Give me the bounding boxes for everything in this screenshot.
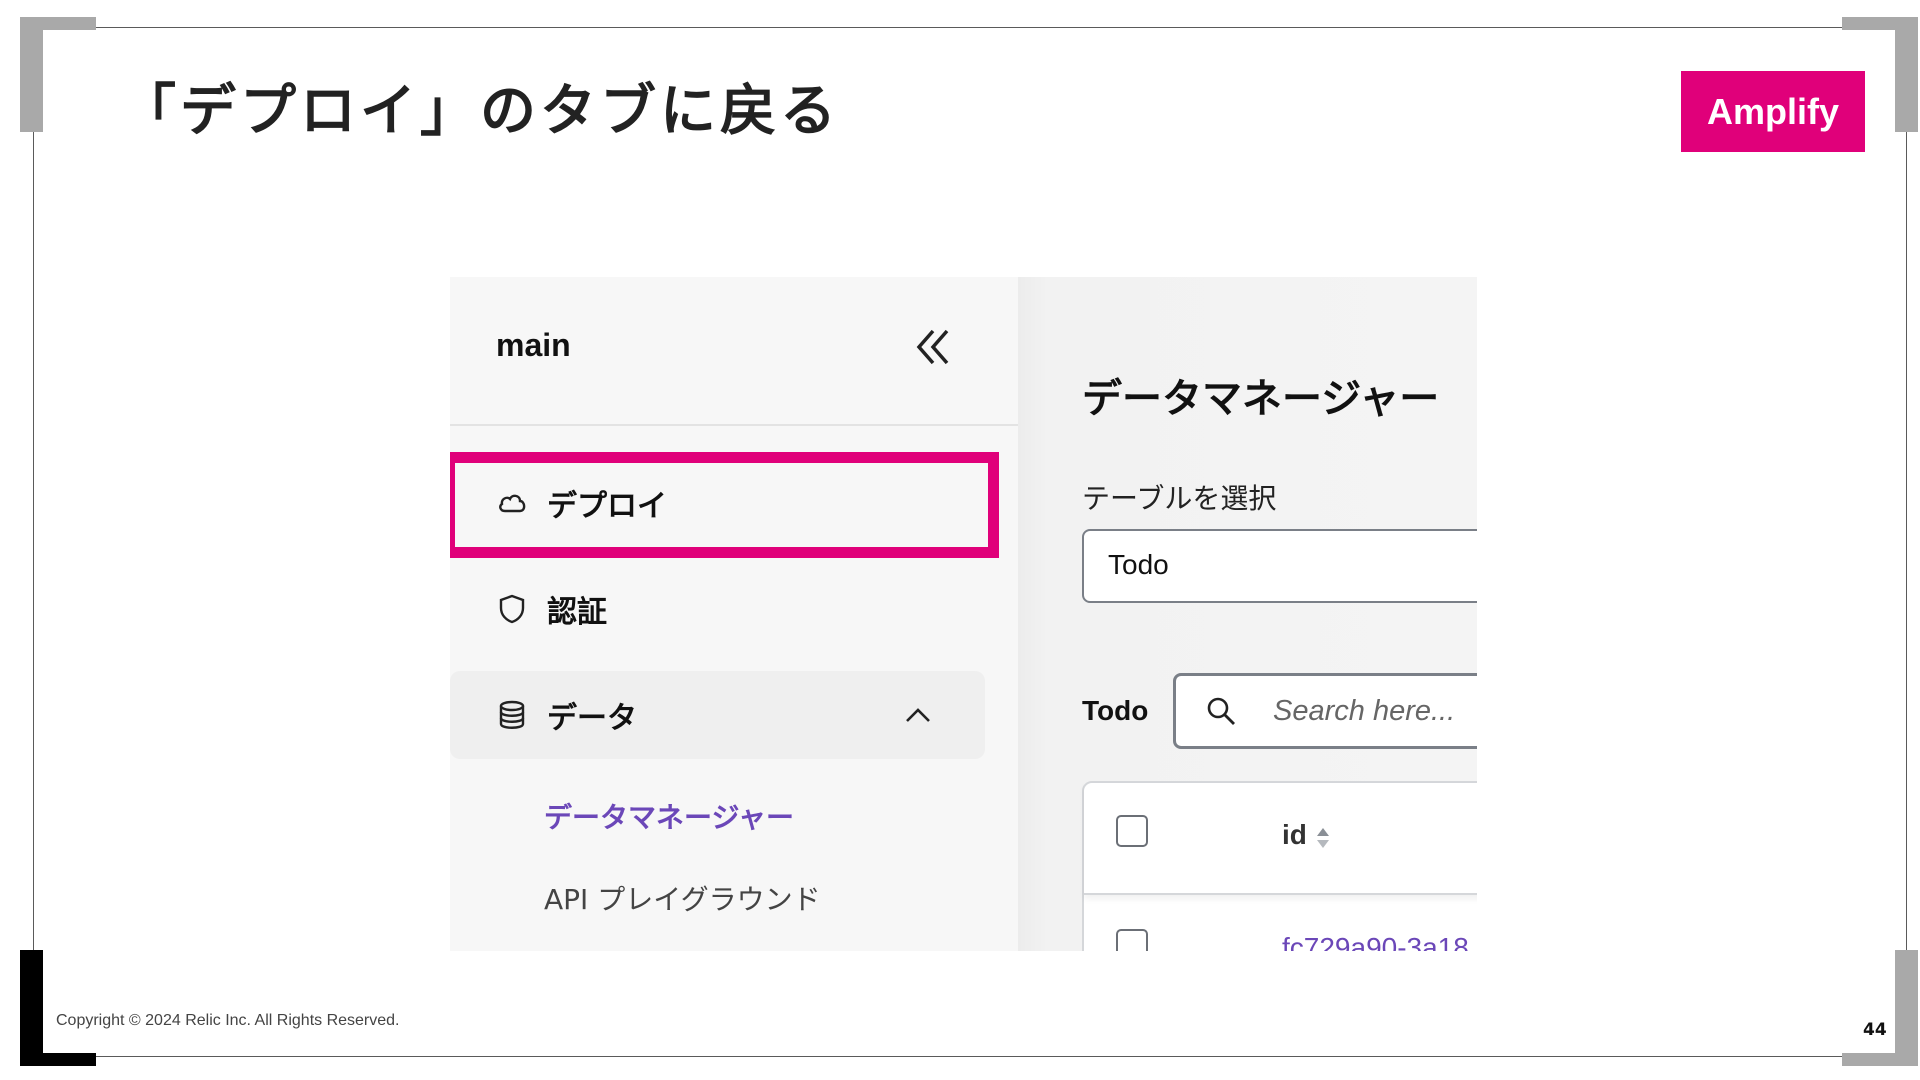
data-table: id fc729a90-3a18 (1082, 781, 1477, 951)
sidebar: main デプロイ 認証 データ データマネージャー API プレイグラウンド (450, 277, 1018, 951)
sidebar-item-deploy[interactable]: デプロイ (450, 459, 988, 547)
page-title: データマネージャー (1082, 376, 1440, 422)
table-select-label: テーブルを選択 (1082, 482, 1277, 515)
slide-title: 「デプロイ」のタブに戻る (120, 79, 840, 144)
sidebar-header: main (450, 277, 1018, 426)
sidebar-item-label: データ (547, 701, 637, 736)
amplify-console-screenshot: main デプロイ 認証 データ データマネージャー API プレイグラウンド … (450, 277, 1477, 951)
table-name: Todo (1082, 695, 1149, 726)
sort-icon[interactable] (1316, 825, 1330, 851)
collapse-sidebar-icon[interactable] (915, 327, 955, 367)
frame-left-line (33, 130, 34, 950)
shield-icon (496, 593, 528, 625)
database-icon (496, 699, 528, 731)
select-all-checkbox[interactable] (1116, 815, 1148, 847)
row-checkbox[interactable] (1116, 929, 1148, 951)
search-icon (1206, 696, 1236, 726)
cloud-icon (496, 487, 528, 519)
table-select-value: Todo (1108, 549, 1169, 580)
copyright: Copyright © 2024 Relic Inc. All Rights R… (56, 1012, 400, 1029)
subnav-data-manager[interactable]: データマネージャー (544, 796, 794, 836)
chevron-up-icon[interactable] (902, 699, 934, 731)
sidebar-item-label: 認証 (547, 595, 607, 630)
sidebar-item-data[interactable]: データ (450, 671, 985, 759)
frame-right-line (1906, 130, 1907, 950)
search-input[interactable] (1271, 690, 1477, 732)
subnav-api-playground[interactable]: API プレイグラウンド (544, 878, 821, 918)
main-panel: データマネージャー テーブルを選択 Todo Todo id (1018, 277, 1477, 951)
column-header-id[interactable]: id (1282, 819, 1307, 851)
sidebar-item-label: デプロイ (547, 489, 667, 524)
frame-bottom-line (96, 1056, 1842, 1057)
amplify-badge: Amplify (1681, 71, 1865, 152)
table-header: id (1084, 783, 1477, 895)
page-number: 44 (1863, 1020, 1887, 1040)
frame-top-line (96, 27, 1842, 28)
cell-id[interactable]: fc729a90-3a18 (1282, 932, 1469, 951)
branch-name: main (496, 327, 571, 363)
sidebar-item-auth[interactable]: 認証 (450, 565, 988, 653)
search-box[interactable] (1173, 673, 1477, 749)
table-select[interactable]: Todo (1082, 529, 1477, 603)
